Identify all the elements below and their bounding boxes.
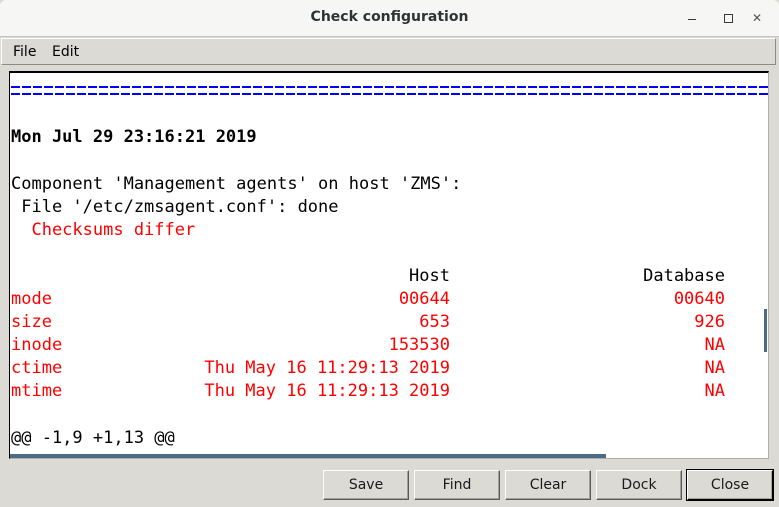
row-host-value: Thu May 16 11:29:13 2019 — [204, 381, 450, 401]
status-line: Checksums differ — [11, 220, 196, 240]
maximize-icon — [723, 13, 733, 23]
close-icon: ✕ — [751, 11, 763, 25]
title-bar: Check configuration ✕ — [0, 0, 779, 37]
row-database-value: NA — [704, 335, 725, 355]
save-button[interactable]: Save — [323, 470, 409, 500]
column-header-host: Host — [409, 266, 450, 286]
maximize-button[interactable] — [716, 6, 740, 30]
menu-bar: File Edit — [1, 38, 776, 65]
timestamp-line: Mon Jul 29 23:16:21 2019 — [11, 127, 257, 147]
output-text-area[interactable]: Mon Jul 29 23:16:21 2019 Component 'Mana… — [9, 71, 769, 459]
separator-line — [11, 86, 768, 95]
row-database-value: NA — [704, 381, 725, 401]
row-attribute: inode — [11, 335, 63, 355]
row-host-value: Thu May 16 11:29:13 2019 — [204, 358, 450, 378]
row-attribute: mtime — [11, 381, 63, 401]
row-attribute: mode — [11, 289, 52, 309]
row-host-value: 00644 — [398, 289, 450, 309]
row-attribute: size — [11, 312, 52, 332]
row-database-value: 00640 — [673, 289, 725, 309]
minimize-icon — [688, 18, 696, 20]
menu-edit[interactable]: Edit — [52, 44, 79, 60]
find-button[interactable]: Find — [414, 470, 500, 500]
dock-button[interactable]: Dock — [596, 470, 682, 500]
window-close-button[interactable]: ✕ — [745, 6, 769, 30]
window-title: Check configuration — [310, 9, 469, 25]
row-host-value: 153530 — [388, 335, 450, 355]
diff-header-line: @@ -1,9 +1,13 @@ — [11, 428, 175, 448]
file-line: File '/etc/zmsagent.conf': done — [11, 197, 339, 217]
row-attribute: ctime — [11, 358, 63, 378]
column-header-database: Database — [643, 266, 725, 286]
close-button[interactable]: Close — [686, 469, 774, 501]
component-line: Component 'Management agents' on host 'Z… — [11, 174, 462, 194]
vertical-scrollbar[interactable] — [764, 309, 767, 352]
horizontal-scrollbar[interactable] — [10, 454, 606, 458]
menu-file[interactable]: File — [13, 44, 36, 60]
minimize-button[interactable] — [680, 6, 704, 30]
row-database-value: NA — [704, 358, 725, 378]
row-host-value: 653 — [419, 312, 450, 332]
clear-button[interactable]: Clear — [505, 470, 591, 500]
row-database-value: 926 — [694, 312, 725, 332]
